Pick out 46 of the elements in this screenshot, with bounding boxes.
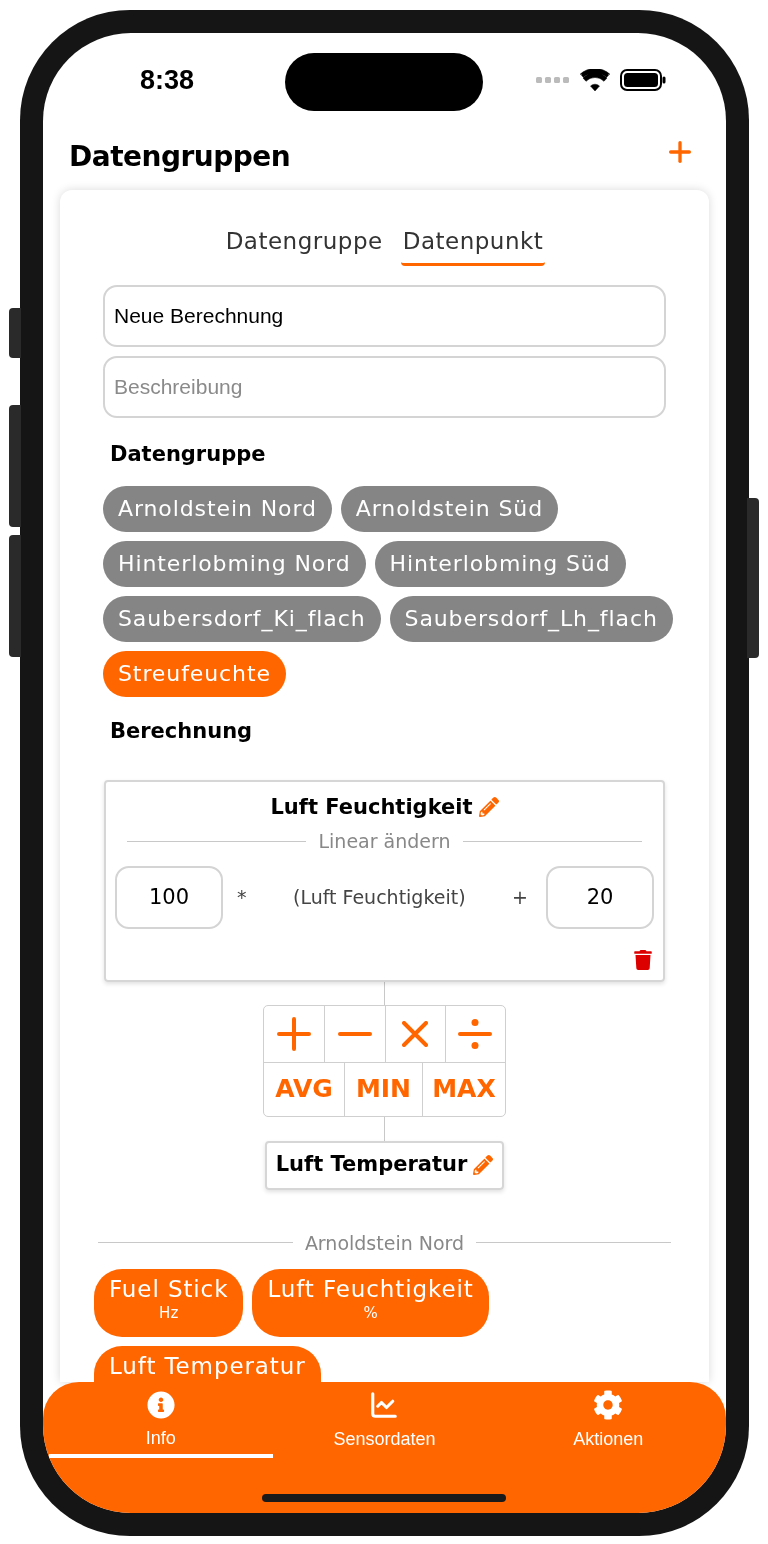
- section-heading: Datengruppe: [110, 441, 267, 466]
- function-button[interactable]: MAX: [422, 1062, 505, 1116]
- group-divider-label: Arnoldstein Nord: [304, 1230, 465, 1256]
- trash-icon[interactable]: [633, 949, 653, 970]
- function-button[interactable]: MIN: [344, 1062, 422, 1116]
- group-chip[interactable]: Hinterlobming Nord: [103, 540, 366, 587]
- group-chip[interactable]: Saubersdorf_Ki_flach: [103, 595, 381, 642]
- sensor-chip[interactable]: Fuel Stick Hz: [94, 1269, 244, 1337]
- plus-icon: [277, 1016, 312, 1051]
- node-title: Luft Temperatur: [275, 1151, 468, 1179]
- status-time: 8:38: [140, 63, 195, 97]
- edit-icon[interactable]: [473, 1155, 494, 1175]
- operand-text: (Luft Feuchtigkeit): [292, 884, 467, 910]
- divide-icon: [458, 1018, 493, 1049]
- group-chip[interactable]: Hinterlobming Süd: [374, 540, 626, 587]
- page-title: Datengruppen: [69, 138, 291, 175]
- name-field[interactable]: Neue Berechnung: [103, 284, 666, 347]
- group-chip[interactable]: Streufeuchte: [103, 650, 286, 697]
- section-heading: Berechnung: [110, 718, 254, 743]
- group-chip[interactable]: Saubersdorf_Lh_flach: [389, 595, 673, 642]
- settings-icon: [593, 1389, 624, 1420]
- group-chip[interactable]: Arnoldstein Süd: [340, 485, 559, 532]
- battery-icon: [620, 69, 666, 91]
- function-button[interactable]: AVG: [264, 1062, 344, 1116]
- bottom-tab[interactable]: Sensordaten: [272, 1388, 497, 1458]
- wifi-icon: [580, 69, 610, 91]
- bottom-tab[interactable]: Aktionen: [496, 1388, 720, 1458]
- bottom-tab[interactable]: Info: [49, 1388, 273, 1458]
- edit-icon[interactable]: [478, 797, 499, 818]
- factor-field[interactable]: 100: [115, 865, 223, 929]
- info-icon: [146, 1390, 175, 1419]
- signal-icon: [536, 75, 570, 85]
- node-subtitle: Linear ändern: [318, 829, 451, 854]
- sensor-chip[interactable]: Luft Feuchtigkeit %: [252, 1269, 489, 1337]
- minus-icon: [337, 1031, 372, 1036]
- sensor-chip[interactable]: Luft Temperatur: [94, 1346, 321, 1382]
- segment-tab[interactable]: Datenpunkt: [400, 224, 546, 266]
- group-chip[interactable]: Arnoldstein Nord: [103, 485, 332, 532]
- offset-field[interactable]: 20: [546, 865, 654, 929]
- line-chart-icon: [369, 1389, 400, 1420]
- segment-tab[interactable]: Datengruppe: [223, 224, 385, 266]
- description-field[interactable]: Beschreibung: [103, 355, 666, 418]
- multiply-sign: *: [237, 884, 247, 910]
- multiply-icon: [402, 1020, 429, 1047]
- node-title: Luft Feuchtigkeit: [270, 793, 473, 821]
- plus-sign: +: [512, 884, 528, 910]
